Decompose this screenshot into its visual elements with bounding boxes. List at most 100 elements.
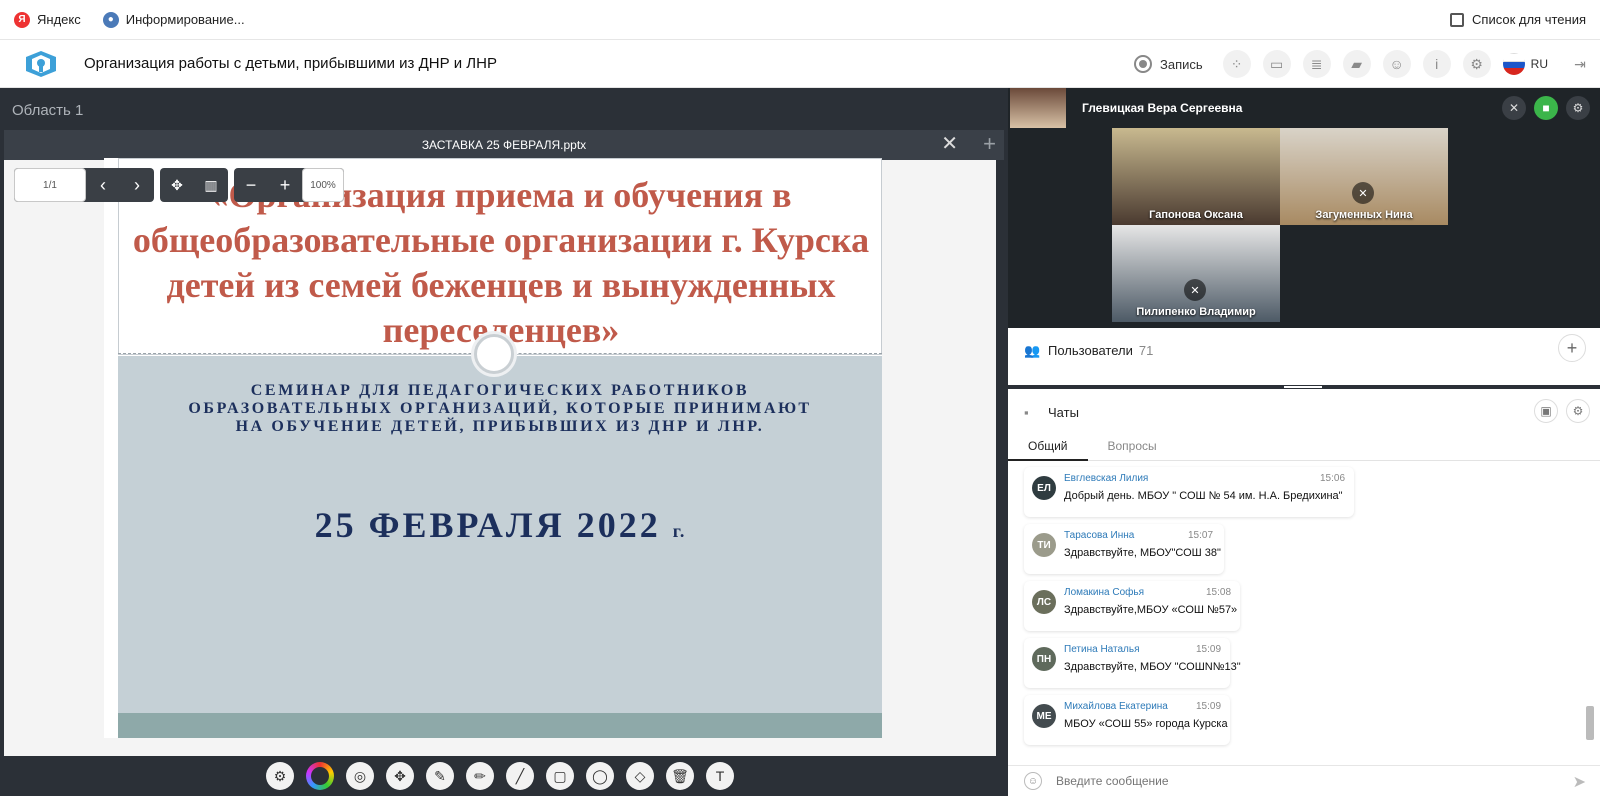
presenter-controls: ✕ ■ ⚙ [1494, 96, 1590, 120]
message-text: Здравствуйте,МБОУ «СОШ №57» [1064, 604, 1238, 616]
mic-off-icon: ✕ [1184, 279, 1206, 301]
chat-message: ЕЛ Евглевская Лилия 15:06 Добрый день. М… [1024, 467, 1354, 517]
chat-title: Чаты [1048, 405, 1079, 420]
participant-name: Загуменных Нина [1315, 209, 1413, 221]
add-document-icon[interactable]: + [983, 132, 996, 156]
pointer-icon[interactable]: ◎ [346, 762, 374, 790]
gear-icon[interactable]: ⚙ [1566, 96, 1590, 120]
record-label: Запись [1160, 56, 1203, 72]
users-icon: 👥 [1024, 343, 1041, 358]
avatar: ЛС [1032, 590, 1056, 614]
zoom-out-icon[interactable]: − [234, 168, 268, 202]
zoom-level[interactable]: 100% [302, 168, 344, 202]
splitter-grip[interactable] [1284, 386, 1322, 388]
slide-ornament [474, 334, 514, 374]
message-author: Петина Наталья [1064, 644, 1140, 655]
record-button[interactable]: Запись [1134, 55, 1203, 73]
tab-questions[interactable]: Вопросы [1088, 431, 1177, 461]
language-selector[interactable]: RU [1531, 57, 1548, 71]
line-icon[interactable]: ╱ [506, 762, 534, 790]
area-label: Область 1 [12, 102, 84, 119]
message-time: 15:09 [1196, 701, 1222, 712]
emoji-icon[interactable]: ☺ [1024, 772, 1042, 790]
move-icon[interactable]: ✥ [386, 762, 414, 790]
gear-icon[interactable]: ⚙ [266, 762, 294, 790]
send-icon[interactable]: ➤ [1573, 772, 1586, 792]
zoom-in-icon[interactable]: + [268, 168, 302, 202]
document-icon[interactable]: ≣ [1302, 50, 1331, 78]
folder-icon[interactable]: ▰ [1342, 50, 1371, 78]
user-settings-icon[interactable]: ☺ [1382, 50, 1411, 78]
reading-list-button[interactable]: Список для чтения [1450, 12, 1586, 27]
screen-share-icon[interactable]: ▭ [1262, 50, 1291, 78]
video-tile[interactable]: ✕ Загуменных Нина [1280, 128, 1448, 225]
fit-move-icon[interactable]: ✥ [160, 168, 194, 202]
circle-icon[interactable]: ◯ [586, 762, 614, 790]
slide-subtitle-area: СЕМИНАР ДЛЯ ПЕДАГОГИЧЕСКИХ РАБОТНИКОВ ОБ… [118, 356, 882, 713]
message-author: Тарасова Инна [1064, 530, 1135, 541]
info-icon[interactable]: i [1422, 50, 1451, 78]
mic-off-icon[interactable]: ✕ [1502, 96, 1526, 120]
video-panel: Глевицкая Вера Сергеевна ✕ ■ ⚙ Гапонова … [1008, 88, 1600, 328]
chat-message: ТИ Тарасова Инна 15:07 Здравствуйте, МБО… [1024, 524, 1224, 574]
slide-date-suffix: г. [672, 521, 686, 541]
russia-flag-icon[interactable] [1502, 53, 1525, 75]
chat-message: ПН Петина Наталья 15:09 Здравствуйте, МБ… [1024, 638, 1241, 688]
header-tools: Запись ⁘ ▭ ≣ ▰ ☺ i ⚙ RU ⇥ [1134, 40, 1600, 88]
message-time: 15:07 [1188, 530, 1214, 541]
eraser-icon[interactable]: ◇ [626, 762, 654, 790]
brush-icon[interactable]: ✎ [426, 762, 454, 790]
app-logo-icon [22, 49, 60, 79]
close-icon[interactable]: ✕ [941, 134, 958, 154]
page-nav-group: 1/1 ‹ › [14, 168, 154, 202]
slide-date: 25 ФЕВРАЛЯ 2022 г. [118, 504, 882, 546]
layout-icon[interactable]: ⁘ [1222, 50, 1251, 78]
message-text: Здравствуйте, МБОУ"СОШ 38" [1064, 547, 1221, 559]
reading-list-label: Список для чтения [1472, 12, 1586, 27]
slide-subtitle: СЕМИНАР ДЛЯ ПЕДАГОГИЧЕСКИХ РАБОТНИКОВ ОБ… [188, 382, 812, 435]
zoom-group: − + 100% [234, 168, 344, 202]
chevron-left-icon[interactable]: ‹ [86, 168, 120, 202]
camera-icon[interactable]: ■ [1534, 96, 1558, 120]
avatar: МЕ [1032, 704, 1056, 728]
fit-width-icon[interactable]: ▥ [194, 168, 228, 202]
video-tile[interactable]: Гапонова Оксана [1112, 128, 1280, 225]
chevron-right-icon[interactable]: › [120, 168, 154, 202]
new-chat-icon[interactable]: ▣ [1534, 399, 1558, 423]
pencil-icon[interactable]: ✏ [466, 762, 494, 790]
gear-icon[interactable]: ⚙ [1566, 399, 1590, 423]
message-text: Добрый день. МБОУ " СОШ № 54 им. Н.А. Бр… [1064, 490, 1343, 502]
document-title: ЗАСТАВКА 25 ФЕВРАЛЯ.pptx [421, 138, 587, 152]
message-list: ЕЛ Евглевская Лилия 15:06 Добрый день. М… [1014, 467, 1574, 757]
mic-off-icon: ✕ [1352, 182, 1374, 204]
users-count: 71 [1138, 343, 1154, 358]
video-tile[interactable]: ✕ Пилипенко Владимир [1112, 225, 1280, 322]
tab-general[interactable]: Общий [1008, 431, 1088, 461]
chat-icon: ▪ [1024, 405, 1029, 420]
message-time: 15:09 [1196, 644, 1222, 655]
trash-icon[interactable]: 🗑 [666, 762, 694, 790]
chat-tools: ▣ ⚙ [1526, 399, 1590, 423]
avatar: ТИ [1032, 533, 1056, 557]
gear-icon[interactable]: ⚙ [1462, 50, 1491, 78]
bookmark-yandex[interactable]: Я Яндекс [14, 11, 81, 28]
avatar: ПН [1032, 647, 1056, 671]
text-icon[interactable]: T [706, 762, 734, 790]
message-input[interactable] [1056, 774, 1536, 788]
chat-message: ЛС Ломакина Софья 15:08 Здравствуйте,МБО… [1024, 581, 1240, 631]
chat-scrollbar[interactable] [1586, 470, 1594, 760]
exit-icon[interactable]: ⇥ [1566, 50, 1594, 78]
app-header: Организация работы с детьми, прибывшими … [0, 40, 1600, 88]
emblem-icon: ● [102, 11, 119, 28]
bookmark-informing[interactable]: ● Информирование... [102, 11, 245, 28]
slide-footer-band [118, 713, 882, 738]
message-author: Ломакина Софья [1064, 587, 1145, 598]
add-user-button[interactable]: + [1558, 334, 1586, 362]
rectangle-icon[interactable]: ▢ [546, 762, 574, 790]
message-text: Здравствуйте, МБОУ "СОШN№13" [1064, 661, 1241, 673]
users-section[interactable]: 👥 Пользователи 71 + [1008, 328, 1600, 386]
page-number-input[interactable]: 1/1 [14, 168, 86, 202]
color-picker-icon[interactable] [306, 762, 334, 790]
scrollbar-thumb[interactable] [1586, 706, 1594, 740]
bookmarks-bar: Я Яндекс ● Информирование... Список для … [0, 0, 1600, 40]
